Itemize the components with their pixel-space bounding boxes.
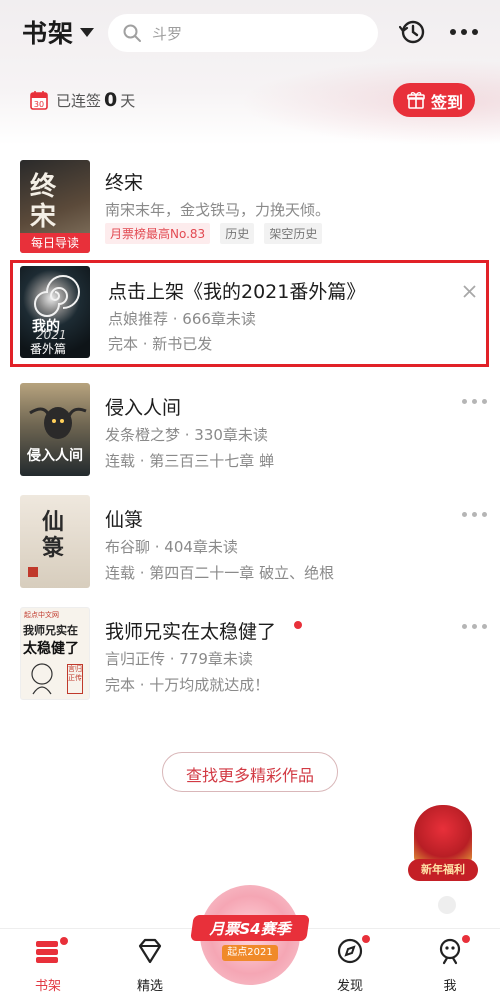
search-bar[interactable]: 斗罗 xyxy=(108,14,378,52)
book-cover[interactable]: 我的 2021 番外篇 xyxy=(20,266,90,358)
promo-subtitle: 起点2021 xyxy=(222,945,278,961)
streak-status: 已连签 0 天 xyxy=(56,89,135,111)
more-options-icon[interactable] xyxy=(462,624,488,630)
book-item-xianlu[interactable]: 仙箓 仙箓 布谷聊 · 404章未读 连载 · 第四百二十一章 破立、绝根 xyxy=(0,495,500,595)
nav-badge xyxy=(362,935,370,943)
search-placeholder: 斗罗 xyxy=(152,25,183,43)
nav-discover[interactable]: 发现 xyxy=(315,929,385,1001)
page-title[interactable]: 书架 xyxy=(22,14,74,50)
find-more-button[interactable]: 查找更多精彩作品 xyxy=(162,752,338,792)
book-meta: 言归正传 · 779章未读 xyxy=(105,650,253,668)
book-item-recommend[interactable]: 我的 2021 番外篇 点击上架《我的2021番外篇》 点娘推荐 · 666章未… xyxy=(0,266,500,362)
book-title: 侵入人间 xyxy=(105,397,182,419)
nav-label: 精选 xyxy=(136,979,163,994)
nav-bookshelf[interactable]: 书架 xyxy=(13,929,83,1001)
promo-label: 新年福利 xyxy=(408,859,478,881)
book-title: 我师兄实在太稳健了 xyxy=(105,621,277,643)
streak-prefix: 已连签 xyxy=(56,92,102,110)
streak-days: 0 xyxy=(104,89,118,111)
subgenre-tag: 架空历史 xyxy=(264,223,323,244)
book-cover[interactable]: 起点中文网 我师兄实在 太稳健了 言归正传 xyxy=(20,607,90,700)
book-cover[interactable]: 终宋 每日导读 xyxy=(20,160,90,253)
find-more-label: 查找更多精彩作品 xyxy=(185,766,314,785)
gift-icon xyxy=(407,92,425,109)
book-title: 仙箓 xyxy=(105,509,144,531)
book-meta: 发条橙之梦 · 330章未读 xyxy=(105,426,268,444)
more-options-icon[interactable] xyxy=(462,512,488,518)
book-intro: 南宋末年，金戈铁马，力挽天倾。 xyxy=(105,201,331,219)
top-bar: 书架 斗罗 xyxy=(0,0,500,66)
promo-title: 月票S4赛季 xyxy=(209,920,291,938)
scroll-top-icon[interactable] xyxy=(438,896,456,914)
profile-icon xyxy=(439,938,461,965)
cover-title: 侵入人间 xyxy=(27,448,83,464)
book-item-shixiong[interactable]: 起点中文网 我师兄实在 太稳健了 言归正传 我师兄实在太稳健了 言归正传 · 7… xyxy=(0,607,500,707)
new-year-promo[interactable]: 新年福利 xyxy=(408,805,478,885)
publisher-label: 起点中文网 xyxy=(24,611,59,619)
book-meta: 布谷聊 · 404章未读 xyxy=(105,538,238,556)
monthly-ticket-promo[interactable]: 月票S4赛季 起点2021 xyxy=(190,885,310,995)
nav-label: 发现 xyxy=(336,979,363,994)
signin-label: 签到 xyxy=(431,93,464,112)
calendar-day: 30 xyxy=(34,100,44,109)
red-envelope-icon xyxy=(414,805,472,865)
character-illustration-icon xyxy=(31,663,53,695)
update-dot xyxy=(294,621,302,629)
history-icon[interactable] xyxy=(399,18,427,46)
cover-title: 终宋 xyxy=(30,172,57,232)
more-options-icon[interactable] xyxy=(462,399,488,405)
cover-title-2: 太稳健了 xyxy=(23,641,79,657)
bookshelf-icon xyxy=(36,941,58,963)
seal-icon xyxy=(28,567,38,577)
book-cover[interactable]: 仙箓 xyxy=(20,495,90,588)
nav-profile[interactable]: 我 xyxy=(415,929,485,1001)
nav-badge xyxy=(462,935,470,943)
cover-title-1: 我师兄实在 xyxy=(23,624,78,637)
cover-title: 仙箓 xyxy=(42,509,65,561)
nav-badge xyxy=(60,937,68,945)
daily-guide-badge: 每日导读 xyxy=(20,233,90,253)
close-icon[interactable] xyxy=(463,285,476,298)
search-icon xyxy=(123,24,141,42)
book-title: 终宋 xyxy=(105,172,144,194)
book-meta: 点娘推荐 · 666章未读 xyxy=(108,310,256,328)
nav-label: 我 xyxy=(443,979,457,994)
calendar-icon: 30 xyxy=(30,91,48,110)
compass-icon xyxy=(337,938,363,964)
caret-down-icon[interactable] xyxy=(80,28,94,37)
author-seal: 言归正传 xyxy=(67,664,83,694)
book-status: 完本 · 十万均成就达成！ xyxy=(105,676,270,694)
signin-button[interactable]: 签到 xyxy=(393,83,475,117)
book-status: 连载 · 第四百二十一章 破立、绝根 xyxy=(105,564,335,582)
book-tags: 月票榜最高No.83 历史 架空历史 xyxy=(105,223,327,244)
book-item-zhongsong[interactable]: 终宋 每日导读 终宋 南宋末年，金戈铁马，力挽天倾。 月票榜最高No.83 历史… xyxy=(0,157,500,257)
book-cover[interactable]: 侵入人间 xyxy=(20,383,90,476)
streak-suffix: 天 xyxy=(120,92,136,110)
nav-featured[interactable]: 精选 xyxy=(115,929,185,1001)
genre-tag: 历史 xyxy=(220,223,255,244)
cover-title-3: 番外篇 xyxy=(30,342,67,356)
more-menu-icon[interactable] xyxy=(450,27,480,37)
book-status: 完本 · 新书已发 xyxy=(108,335,213,353)
rank-tag: 月票榜最高No.83 xyxy=(105,223,211,244)
book-status: 连载 · 第三百三十七章 蝉 xyxy=(105,452,275,470)
diamond-icon xyxy=(138,938,162,964)
book-item-qinrurenjian[interactable]: 侵入人间 侵入人间 发条橙之梦 · 330章未读 连载 · 第三百三十七章 蝉 xyxy=(0,383,500,483)
book-title: 点击上架《我的2021番外篇》 xyxy=(108,281,366,303)
nav-label: 书架 xyxy=(34,979,61,994)
